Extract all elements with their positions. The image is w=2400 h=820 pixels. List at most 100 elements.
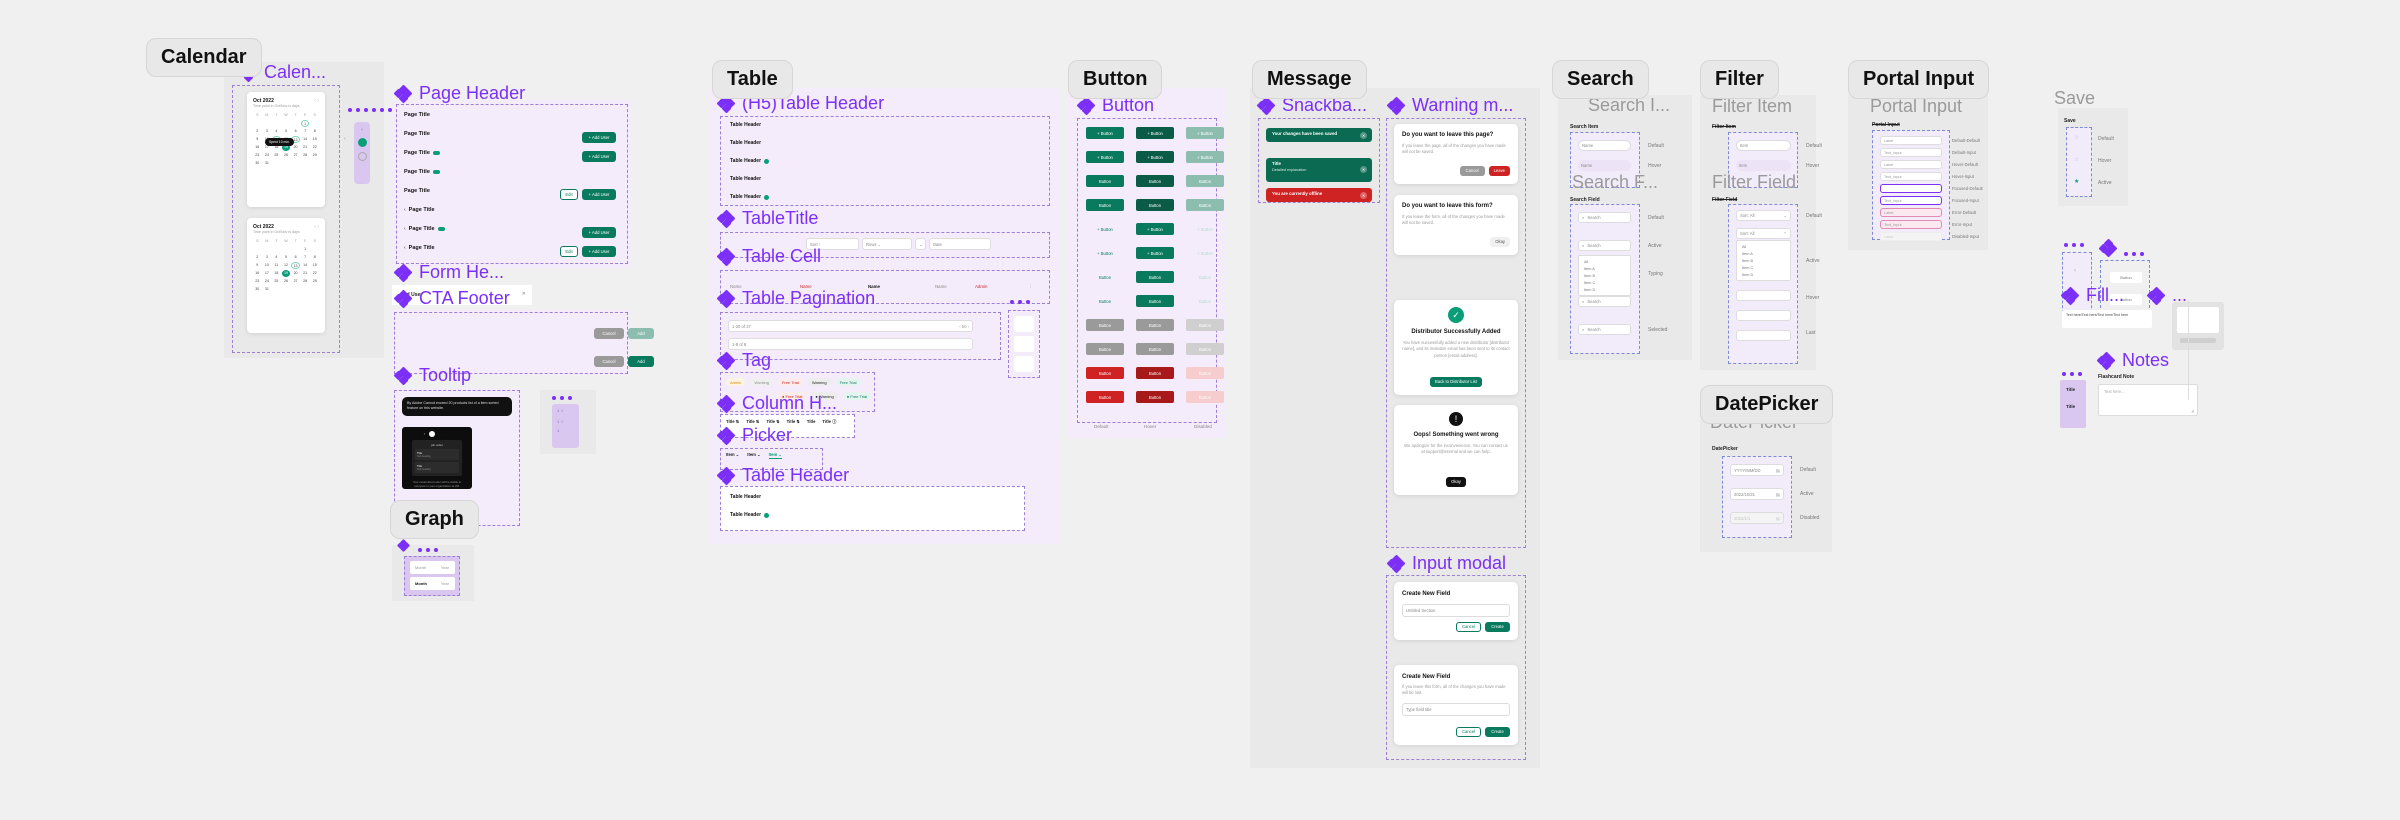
calendar-day[interactable]: 15 [310, 262, 319, 269]
portal-input-row[interactable] [1880, 184, 1942, 193]
chip-table[interactable]: Table [712, 60, 793, 99]
dropdown-item[interactable]: Item A [1581, 265, 1628, 272]
button-sample[interactable]: Button [1136, 367, 1174, 379]
calendar-icon[interactable]: ▤ [1776, 516, 1780, 521]
close-icon[interactable]: ✕ [1360, 166, 1367, 173]
chip-portal[interactable]: Portal Input [1848, 60, 1990, 99]
calendar-day[interactable]: 4 [272, 254, 281, 261]
close-icon[interactable]: ✕ [1360, 132, 1367, 139]
add-user-button[interactable]: + Add User [582, 227, 616, 238]
snackbar[interactable]: Your changes have been saved ✕ [1266, 128, 1372, 142]
button-sample[interactable]: + Button [1186, 127, 1224, 139]
calendar-card-2[interactable]: Oct 2022 ‹ › Time point in Oct/Nov is da… [247, 218, 325, 333]
back-chevron-icon[interactable]: ‹ [404, 207, 406, 213]
calendar-day[interactable]: 2 [253, 128, 262, 135]
dropdown-item[interactable]: All [1581, 258, 1628, 265]
input-modal-cancel[interactable]: Cancel [1456, 621, 1481, 632]
picker-item[interactable]: Item ⌄ [747, 452, 760, 459]
calendar-day[interactable]: 14 [301, 136, 310, 143]
calendar-day[interactable]: 6 [291, 254, 300, 261]
filter-item-row-2[interactable]: Item [1736, 160, 1791, 171]
calendar-day[interactable]: 2 [253, 254, 262, 261]
calendar-day[interactable]: 25 [272, 278, 281, 285]
button-sample[interactable]: + Button [1186, 223, 1224, 235]
search-field-row[interactable]: ⌕Search [1578, 324, 1631, 335]
chip-calendar[interactable]: Calendar [146, 38, 262, 77]
arrow-left-icon[interactable]: ‹ [2074, 268, 2076, 274]
pagination-side-2[interactable] [1014, 336, 1034, 352]
button-sample[interactable]: Button [1186, 271, 1224, 283]
search-item-row-2[interactable]: Name [1578, 160, 1631, 171]
input-modal-cancel[interactable]: Cancel [1456, 726, 1481, 737]
calendar-day[interactable]: 21 [301, 270, 310, 277]
button-sample[interactable]: Button [1136, 343, 1174, 355]
calendar-day[interactable]: 28 [301, 152, 310, 159]
pagination-row-1[interactable]: 1-20 of 27 ‹ 50 › [728, 320, 973, 332]
calendar-day[interactable]: 24 [263, 278, 272, 285]
dropdown-item[interactable]: Item C [1581, 279, 1628, 286]
button-sample[interactable]: + Button [1086, 223, 1124, 235]
calendar-day[interactable]: 1 [300, 120, 310, 127]
calendar-card-1[interactable]: Oct 2022 ‹ › Time point in Oct/Nov is da… [247, 92, 325, 207]
calendar-day[interactable]: 26 [282, 152, 291, 159]
input-modal-field[interactable]: Type field title [1402, 702, 1510, 716]
portal-input-row[interactable]: Text_Input [1880, 148, 1942, 157]
calendar-grid-2[interactable]: 1 2 3 4 5 6 7 8 9 10 11 12 13 14 15 16 17 18 19 20 21 22 23 24 2… [253, 246, 319, 293]
button-sample[interactable]: Button [1186, 367, 1224, 379]
button-sample[interactable]: Button [1086, 367, 1124, 379]
calendar-day[interactable]: 17 [263, 270, 272, 277]
add-user-button[interactable]: + Add User [582, 132, 616, 143]
calendar-day[interactable]: 27 [291, 152, 300, 159]
calendar-day[interactable]: 1 [301, 246, 310, 253]
calendar-day[interactable]: 29 [310, 278, 319, 285]
calendar-day[interactable]: 22 [310, 144, 319, 151]
close-icon[interactable]: ✕ [522, 291, 526, 297]
calendar-day[interactable]: 19 [281, 270, 291, 277]
calendar-icon[interactable]: ▤ [1776, 492, 1780, 497]
calendar-day[interactable]: 29 [310, 152, 319, 159]
modal-confirm-button[interactable]: Okay [1490, 236, 1510, 247]
close-icon[interactable]: ✕ [1360, 192, 1367, 199]
filter-field-row-1[interactable]: Sort: All ⌄ [1736, 210, 1791, 221]
calendar-day[interactable]: 31 [263, 160, 272, 167]
calendar-day[interactable]: 7 [301, 128, 310, 135]
table-chevron-field[interactable]: ⌄ [915, 238, 926, 250]
filter-item-row-1[interactable]: Item [1736, 140, 1791, 151]
calendar-day[interactable]: 25 [272, 152, 281, 159]
calendar-day[interactable]: 23 [253, 278, 262, 285]
search-field-row[interactable]: ⌕Search [1578, 212, 1631, 223]
datepicker-row[interactable]: 2022/10/31 ▤ [1730, 488, 1784, 500]
calendar-day[interactable]: 4 [272, 128, 281, 135]
datepicker-row[interactable]: 2022/1/1 ▤ [1730, 512, 1784, 524]
save-star-icon[interactable]: ☆ [2074, 156, 2079, 163]
dropdown-item[interactable]: Item B [1581, 272, 1628, 279]
calendar-day[interactable]: 28 [301, 278, 310, 285]
calendar-day[interactable]: 9 [253, 136, 262, 143]
back-chevron-icon[interactable]: ‹ [404, 245, 406, 251]
save-star-icon[interactable]: ★ [2074, 178, 2079, 185]
modal-cancel-button[interactable]: Cancel [1459, 165, 1485, 176]
modal-confirm-button[interactable]: Back to Distributor List [1430, 376, 1482, 387]
cta-cancel-1[interactable]: Cancel [594, 328, 624, 339]
calendar-day[interactable]: 30 [253, 160, 262, 167]
tooltip-side-stack[interactable]: 1 ☆ 1 ☆ 1 [552, 404, 579, 448]
portal-input-row[interactable]: Text_Input [1880, 220, 1942, 229]
modal-confirm-button[interactable]: Okay [1446, 476, 1466, 487]
button-sample[interactable]: + Button [1186, 247, 1224, 259]
portal-input-row[interactable]: Label [1880, 232, 1942, 241]
filter-field-row-4[interactable] [1736, 310, 1791, 321]
chip-datepicker[interactable]: DatePicker [1700, 385, 1834, 424]
picker-item[interactable]: Item ⌄ [726, 452, 739, 459]
filter-field-row-5[interactable] [1736, 330, 1791, 341]
calendar-day[interactable]: 27 [291, 278, 300, 285]
dropdown-item[interactable]: Item D [1581, 286, 1628, 293]
edit-button[interactable]: Edit [560, 246, 578, 257]
calendar-icon[interactable]: ▤ [1776, 468, 1780, 473]
button-sample[interactable]: Button [1086, 391, 1124, 403]
pagination-side-1[interactable] [1014, 316, 1034, 332]
calendar-day[interactable]: 5 [282, 128, 291, 135]
calendar-day[interactable]: 21 [301, 144, 310, 151]
back-chevron-icon[interactable]: ‹ [404, 226, 406, 232]
chip-graph[interactable]: Graph [390, 500, 479, 539]
search-item-row-1[interactable]: Name [1578, 140, 1631, 151]
